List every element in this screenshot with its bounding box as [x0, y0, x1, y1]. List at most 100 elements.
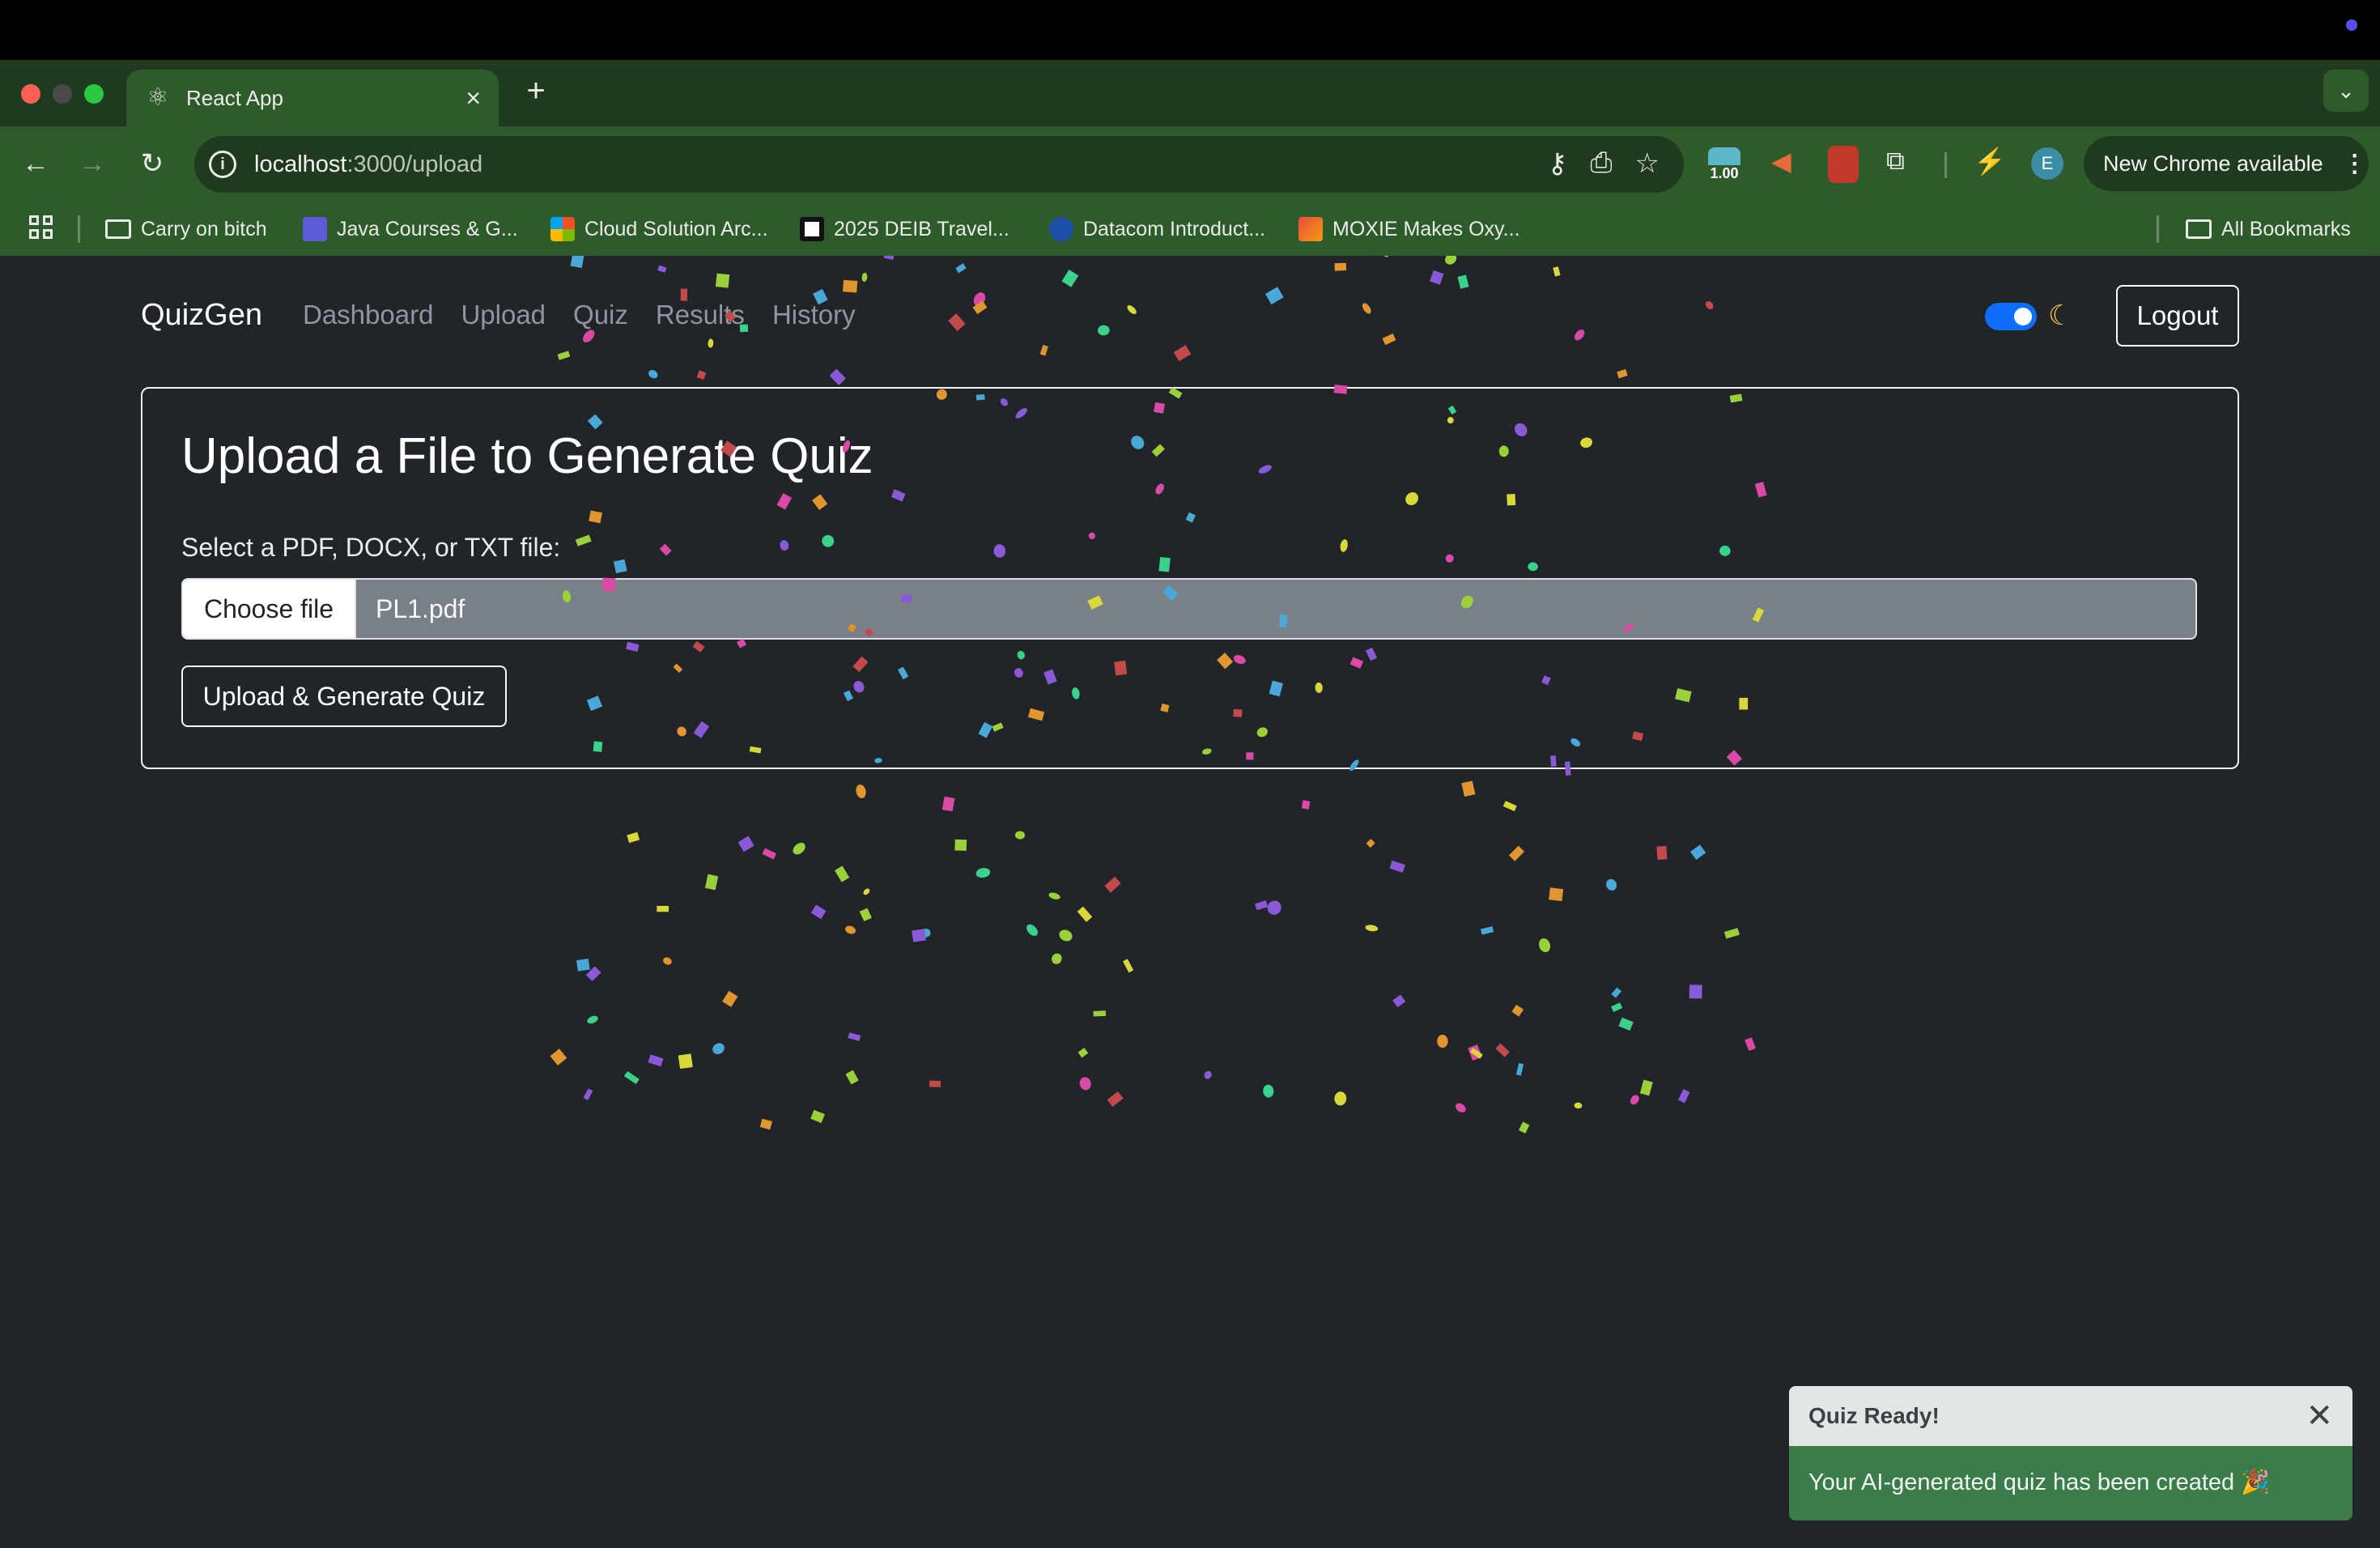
bookmark-item[interactable]: Cloud Solution Arc...	[550, 212, 768, 246]
confetti-piece	[1052, 953, 1062, 964]
password-key-icon[interactable]: ⚷	[1547, 147, 1567, 180]
confetti-piece	[648, 1054, 664, 1067]
confetti-piece	[737, 836, 754, 853]
maximize-window-button[interactable]	[84, 84, 104, 104]
confetti-piece	[793, 842, 805, 855]
datacom-icon	[1049, 217, 1073, 241]
file-input[interactable]: Choose file PL1.pdf	[181, 578, 2197, 640]
bookmark-item[interactable]: 2025 DEIB Travel...	[800, 212, 1009, 246]
confetti-piece	[627, 831, 640, 844]
bookmark-star-icon[interactable]: ☆	[1635, 147, 1660, 180]
bookmarks-bar: Carry on bitch Java Courses & G... Cloud…	[0, 202, 2380, 256]
install-app-icon[interactable]: ⎙	[1590, 147, 1612, 180]
confetti-piece	[1014, 831, 1026, 840]
nav-link-results[interactable]: Results	[656, 300, 745, 330]
nav-link-upload[interactable]: Upload	[461, 300, 546, 330]
update-label: New Chrome available	[2103, 151, 2323, 176]
bookmark-label: Carry on bitch	[141, 217, 267, 240]
confetti-piece	[678, 1053, 693, 1070]
page-title: Upload a File to Generate Quiz	[181, 428, 873, 484]
profile-avatar[interactable]: E	[2031, 147, 2063, 180]
bookmark-label: 2025 DEIB Travel...	[834, 217, 1009, 240]
confetti-piece	[1745, 1037, 1756, 1052]
confetti-piece	[1456, 1103, 1466, 1112]
address-bar[interactable]: i localhost:3000/upload ⚷ ⎙ ☆	[194, 136, 1684, 193]
confetti-piece	[1204, 1070, 1212, 1079]
confetti-piece	[657, 905, 669, 912]
extension-badge-button[interactable]: 1.00	[1705, 147, 1744, 183]
all-bookmarks-button[interactable]: All Bookmarks	[2186, 212, 2351, 246]
confetti-piece	[623, 1070, 640, 1085]
close-icon[interactable]: ✕	[2306, 1400, 2333, 1432]
chrome-update-button[interactable]: New Chrome available ⋮	[2084, 136, 2369, 191]
nav-links: Dashboard Upload Quiz Results History	[303, 300, 856, 330]
tab-search-button[interactable]: ⌄	[2323, 70, 2369, 112]
confetti-piece	[955, 263, 967, 274]
confetti-piece	[1723, 928, 1740, 939]
extensions-puzzle-icon[interactable]: ⧉	[1886, 146, 1905, 183]
confetti-piece	[1502, 801, 1517, 812]
confetti-piece	[704, 874, 719, 891]
confetti-piece	[1656, 845, 1668, 861]
bookmark-item[interactable]: MOXIE Makes Oxy...	[1298, 212, 1520, 246]
confetti-piece	[1077, 906, 1093, 922]
confetti-piece	[1618, 1017, 1634, 1031]
nav-link-quiz[interactable]: Quiz	[573, 300, 628, 330]
folder-icon	[105, 219, 131, 239]
browser-tab[interactable]: ⚛ React App ×	[126, 70, 499, 126]
logout-button[interactable]: Logout	[2116, 285, 2239, 347]
confetti-piece	[722, 990, 738, 1007]
bookmarks-divider	[78, 215, 80, 243]
extension-red-icon[interactable]	[1828, 146, 1859, 183]
moon-icon: ☾	[2048, 300, 2073, 331]
bookmark-item[interactable]: Datacom Introduct...	[1049, 212, 1265, 246]
reload-button[interactable]: ↻	[133, 144, 172, 183]
choose-file-button[interactable]: Choose file	[183, 580, 356, 638]
confetti-piece	[1461, 780, 1476, 797]
screen: ⚛ React App × + ⌄ ← → ↻ i localhost:3000…	[0, 0, 2380, 1548]
url-path: :3000/upload	[346, 151, 483, 177]
back-button[interactable]: ←	[16, 144, 55, 183]
confetti-piece	[1263, 1084, 1274, 1098]
menu-kebab-icon[interactable]: ⋮	[2343, 150, 2367, 178]
confetti-piece	[1630, 1095, 1639, 1105]
performance-icon[interactable]: ⚡	[1974, 146, 2006, 183]
confetti-piece	[921, 929, 931, 938]
confetti-piece	[829, 368, 846, 385]
bookmark-item[interactable]: Carry on bitch	[105, 212, 267, 246]
confetti-piece	[1538, 938, 1551, 953]
macos-menu-bar	[0, 0, 2380, 60]
microsoft-icon	[550, 217, 575, 241]
theme-toggle[interactable]	[1985, 303, 2037, 330]
extension-speaker-icon[interactable]: ◀	[1771, 146, 1791, 183]
apps-grid-icon[interactable]	[29, 215, 55, 241]
confetti-piece	[929, 1080, 941, 1087]
confetti-piece	[1689, 985, 1702, 999]
bookmark-item[interactable]: Java Courses & G...	[303, 212, 518, 246]
toast-message: Your AI-generated quiz has been created …	[1808, 1469, 2271, 1495]
minimize-window-button[interactable]	[53, 84, 72, 104]
nav-link-history[interactable]: History	[772, 300, 856, 330]
brand-logo[interactable]: QuizGen	[141, 298, 262, 333]
nav-link-dashboard[interactable]: Dashboard	[303, 300, 433, 330]
confetti-piece	[1511, 1004, 1524, 1017]
confetti-piece	[1677, 1089, 1690, 1104]
browser-tab-strip: ⚛ React App × + ⌄	[0, 60, 2380, 126]
bookmark-label: Cloud Solution Arc...	[584, 217, 768, 240]
confetti-piece	[550, 1048, 567, 1066]
close-tab-icon[interactable]: ×	[465, 83, 481, 113]
forward-button[interactable]: →	[73, 144, 112, 183]
quiz-ready-toast: Quiz Ready! ✕ Your AI-generated quiz has…	[1789, 1386, 2352, 1520]
app-page: QuizGen Dashboard Upload Quiz Results Hi…	[0, 256, 2380, 1548]
upload-generate-button[interactable]: Upload & Generate Quiz	[181, 666, 507, 727]
toolbar-divider	[1944, 152, 1947, 178]
new-tab-button[interactable]: +	[520, 74, 552, 107]
confetti-piece	[1365, 925, 1379, 932]
confetti-piece	[759, 1118, 773, 1130]
confetti-piece	[1392, 994, 1406, 1008]
confetti-piece	[941, 796, 955, 812]
confetti-piece	[663, 957, 672, 965]
close-window-button[interactable]	[21, 84, 40, 104]
site-info-icon[interactable]: i	[209, 151, 236, 178]
confetti-piece	[954, 839, 967, 851]
